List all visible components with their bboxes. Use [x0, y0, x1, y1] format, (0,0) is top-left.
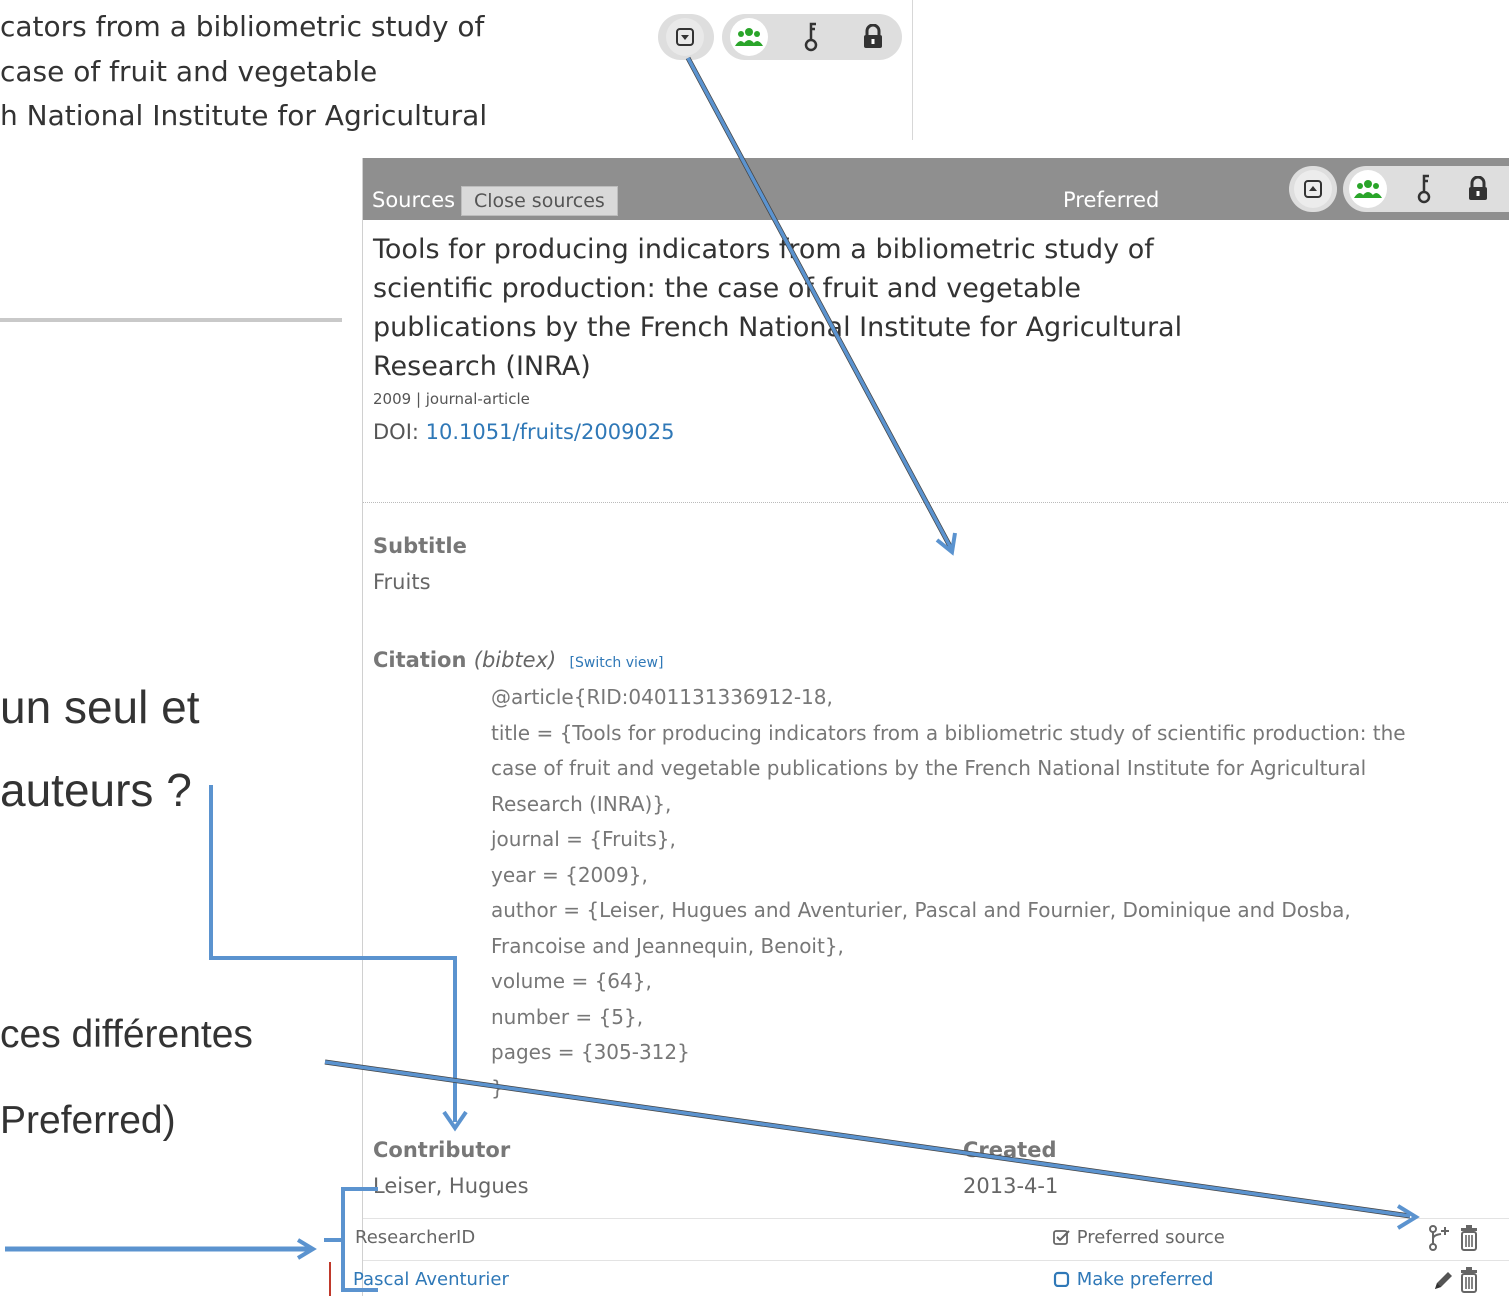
annotation-arrow-bracket [5, 1238, 317, 1260]
annotation-arrow-toolbar [685, 56, 957, 556]
annotation-arrow-sources [324, 1059, 1420, 1230]
annotation-bracket [324, 1187, 378, 1292]
annotation-overlay [5, 56, 1420, 1296]
